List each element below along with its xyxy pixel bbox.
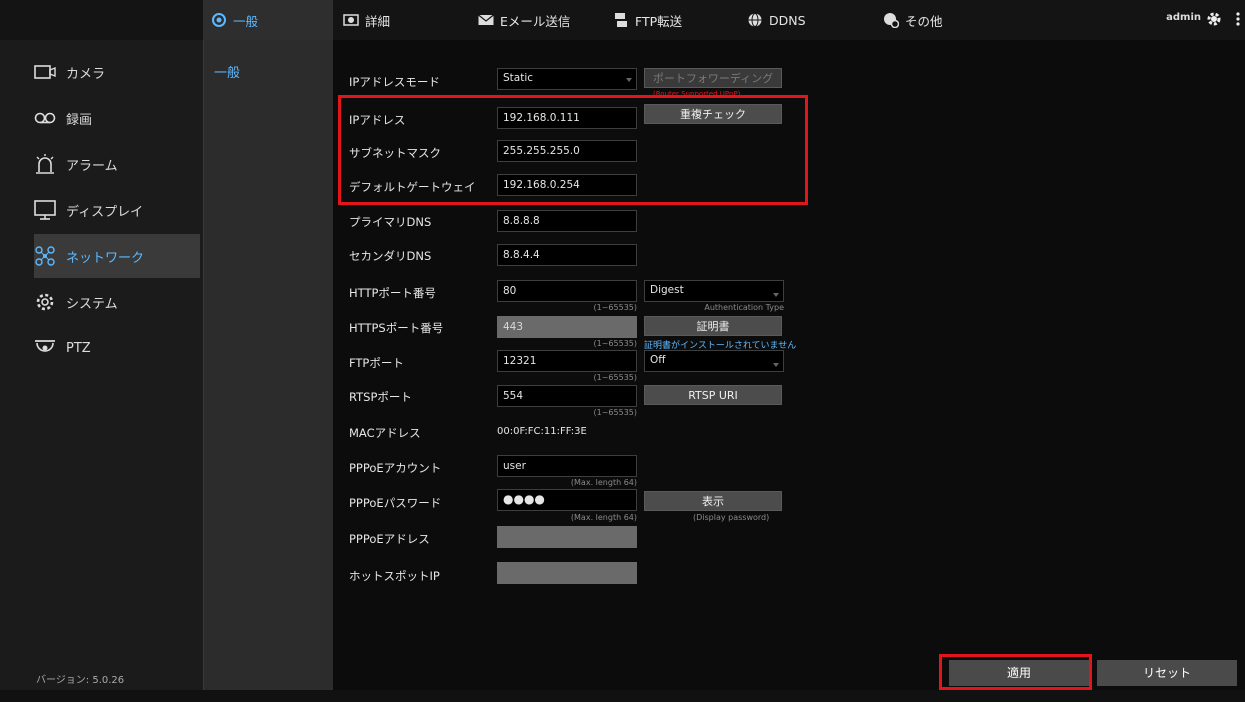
record-icon	[34, 112, 56, 124]
chevron-down-icon	[773, 293, 779, 297]
alarm-icon	[36, 154, 54, 174]
globe-icon	[748, 13, 762, 27]
subnav-item-general[interactable]: 一般	[214, 62, 240, 81]
sidebar-item-label: 録画	[66, 112, 93, 128]
auth-type-value: Digest	[650, 284, 684, 296]
ftp-mode-select[interactable]: Off	[644, 350, 784, 372]
rtsp-uri-button[interactable]: RTSP URI	[644, 385, 782, 405]
version-text: バージョン: 5.0.26	[36, 675, 125, 686]
more-icon[interactable]	[1235, 10, 1241, 28]
sidebar-item-label: PTZ	[66, 340, 91, 356]
pppoe-account-field[interactable]: user	[497, 455, 637, 477]
tab-advanced[interactable]: 詳細	[343, 0, 390, 40]
http-port-range: (1~65535)	[593, 303, 637, 312]
tab-advanced-label: 詳細	[365, 13, 391, 29]
dns1-field[interactable]: 8.8.8.8	[497, 210, 637, 232]
sidebar-item-network[interactable]: ネットワーク	[34, 234, 200, 278]
sidebar-item-label: ネットワーク	[66, 250, 145, 266]
ip-mode-label: IPアドレスモード	[349, 75, 440, 89]
sidebar: カメラ 録画 アラーム ディスプレイ ネットワーク システム PTZ バージョン…	[0, 40, 200, 690]
dns1-label: プライマリDNS	[349, 215, 432, 229]
tab-other-label: その他	[905, 13, 943, 29]
sidebar-item-label: ディスプレイ	[66, 204, 144, 220]
network-icon	[35, 246, 55, 266]
camera-icon	[343, 14, 359, 26]
tab-email-label: Eメール送信	[500, 13, 571, 29]
mac-value: 00:0F:FC:11:FF:3E	[497, 426, 587, 437]
tab-email[interactable]: Eメール送信	[478, 0, 570, 40]
tab-ddns[interactable]: DDNS	[747, 0, 806, 40]
highlight-box	[338, 95, 808, 205]
auth-type-select[interactable]: Digest	[644, 280, 784, 302]
tab-other[interactable]: その他	[883, 0, 943, 40]
sidebar-item-display[interactable]: ディスプレイ	[0, 188, 200, 232]
sidebar-item-label: カメラ	[66, 66, 106, 82]
ftp-port-range: (1~65535)	[593, 373, 637, 382]
show-password-button[interactable]: 表示	[644, 491, 782, 511]
tab-general-label: 一般	[233, 13, 259, 29]
tab-ddns-label: DDNS	[769, 12, 806, 28]
https-port-range: (1~65535)	[593, 339, 637, 348]
sidebar-item-alarm[interactable]: アラーム	[0, 142, 200, 186]
tab-general[interactable]: 一般	[203, 0, 333, 40]
ftp-icon	[615, 13, 627, 27]
bottom-strip	[0, 690, 1245, 702]
auth-type-hint: Authentication Type	[704, 303, 784, 312]
settings-camera-icon	[212, 13, 226, 27]
https-port-label: HTTPSポート番号	[349, 321, 444, 335]
sidebar-item-system[interactable]: システム	[0, 280, 200, 324]
sidebar-item-ptz[interactable]: PTZ	[0, 326, 200, 370]
https-port-field[interactable]: 443	[497, 316, 637, 338]
pppoe-password-label: PPPoEパスワード	[349, 496, 442, 510]
certificate-button[interactable]: 証明書	[644, 316, 782, 336]
mac-label: MACアドレス	[349, 426, 421, 440]
monitor-icon	[34, 200, 56, 220]
user-name[interactable]: admin	[1166, 12, 1201, 23]
mail-icon	[478, 14, 494, 25]
tab-ftp-label: FTP転送	[635, 13, 683, 29]
ptz-icon	[35, 340, 55, 352]
http-port-label: HTTPポート番号	[349, 286, 436, 300]
sidebar-item-label: システム	[66, 296, 118, 312]
dns2-label: セカンダリDNS	[349, 249, 432, 263]
ip-mode-value: Static	[503, 72, 534, 84]
dns2-field[interactable]: 8.8.4.4	[497, 244, 637, 266]
hotspot-field	[497, 562, 637, 584]
ftp-port-label: FTPポート	[349, 356, 404, 370]
chevron-down-icon	[626, 78, 632, 82]
camera-icon	[34, 65, 56, 79]
tab-ftp[interactable]: FTP転送	[613, 0, 682, 40]
pppoe-password-field[interactable]: ●●●●	[497, 489, 637, 511]
rtsp-port-label: RTSPポート	[349, 390, 412, 404]
http-port-field[interactable]: 80	[497, 280, 637, 302]
gear-icon	[36, 293, 54, 311]
rtsp-port-field[interactable]: 554	[497, 385, 637, 407]
pppoe-account-label: PPPoEアカウント	[349, 461, 442, 475]
port-forward-button[interactable]: ポートフォワーディング	[644, 68, 782, 88]
highlight-box	[939, 654, 1092, 690]
show-password-hint: (Display password)	[693, 513, 770, 522]
pppoe-address-label: PPPoEアドレス	[349, 532, 430, 546]
sidebar-item-record[interactable]: 録画	[0, 96, 200, 140]
ftp-mode-value: Off	[650, 354, 666, 366]
top-bar: 一般 詳細 Eメール送信 FTP転送 DDNS その他 admin	[0, 0, 1245, 40]
sub-nav: 一般	[203, 40, 333, 690]
rtsp-port-range: (1~65535)	[593, 408, 637, 417]
sidebar-item-camera[interactable]: カメラ	[0, 50, 200, 94]
globe-gear-icon	[884, 13, 899, 28]
pppoe-account-hint: (Max. length 64)	[570, 478, 637, 487]
ftp-port-field[interactable]: 12321	[497, 350, 637, 372]
sidebar-item-label: アラーム	[66, 158, 118, 174]
ip-mode-select[interactable]: Static	[497, 68, 637, 90]
hotspot-label: ホットスポットIP	[349, 569, 440, 583]
reset-button[interactable]: リセット	[1097, 660, 1237, 686]
pppoe-address-field	[497, 526, 637, 548]
gear-icon[interactable]	[1205, 10, 1223, 28]
pppoe-password-hint: (Max. length 64)	[570, 513, 637, 522]
chevron-down-icon	[773, 363, 779, 367]
